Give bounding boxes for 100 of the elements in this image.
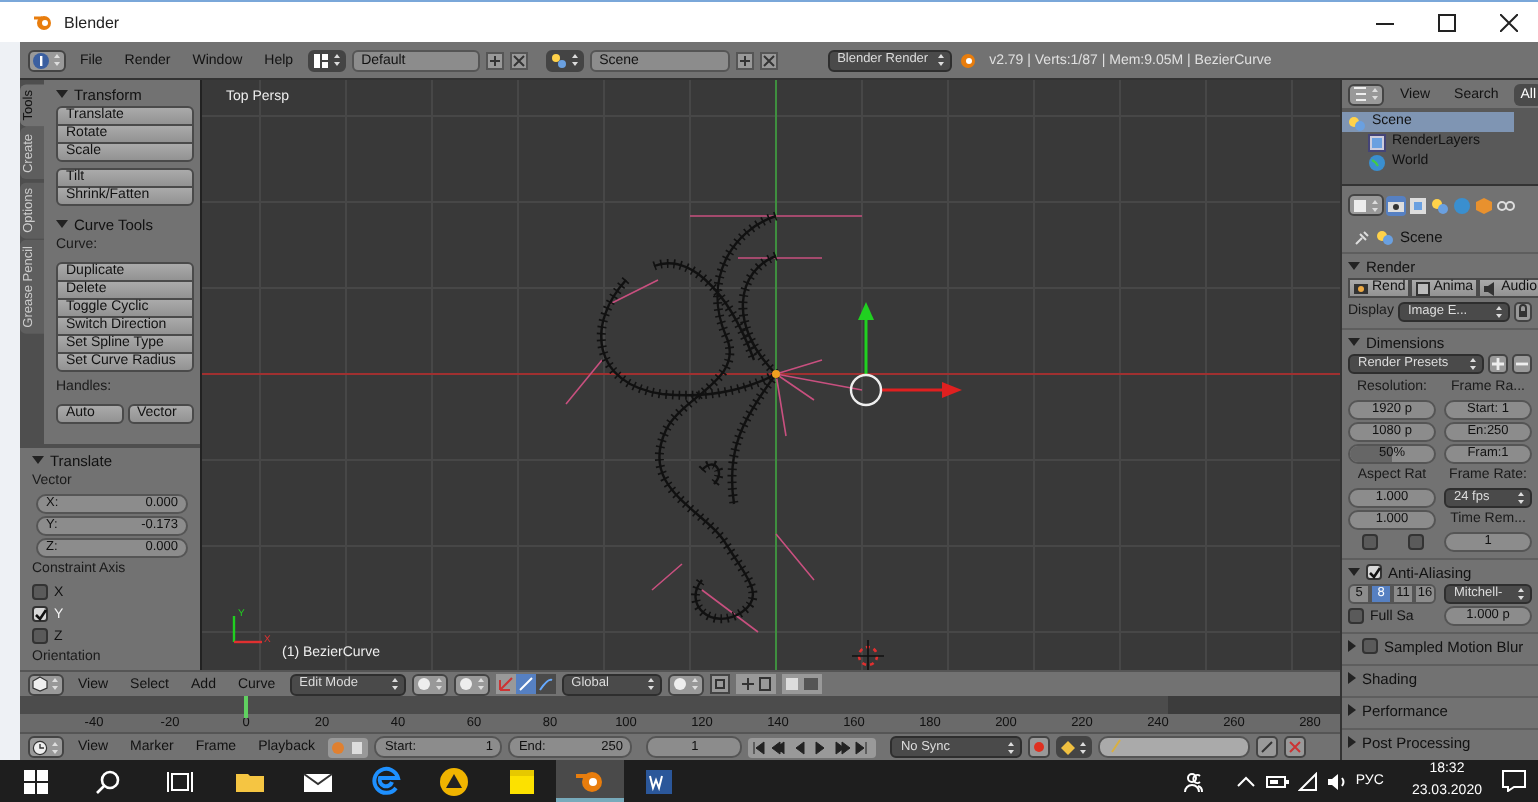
dropdown-arrows-icon [689,676,700,692]
cube-icon [32,676,48,692]
app-logo-icon [34,12,54,32]
dropdown-arrows-icon [569,52,580,68]
3d-cursor-icon[interactable] [851,639,885,670]
keying-button[interactable] [1056,736,1093,758]
dropdown-arrows-icon [1494,304,1504,320]
shading-button[interactable] [411,673,448,695]
dropdown-arrows-icon [645,676,656,692]
windows-start-icon[interactable] [24,769,48,793]
outliner-icon [1352,86,1368,102]
disclosure-triangle-icon[interactable] [56,90,68,98]
add-icon[interactable] [1488,354,1508,374]
scene-icon [549,51,568,69]
battery-icon[interactable] [1265,773,1290,789]
pivot-button[interactable] [453,673,490,695]
disclosure-triangle-icon[interactable] [1348,262,1360,270]
checkbox[interactable] [32,584,48,600]
disclosure-triangle-icon[interactable] [56,220,68,228]
close-icon[interactable] [1500,13,1518,31]
proportional-icon [671,676,688,692]
current-frame-marker[interactable] [244,696,248,718]
axis-indicator-icon [232,616,262,644]
shading-icon [415,676,432,692]
dropdown-arrows-icon [1078,739,1089,755]
manipulator-icon[interactable] [495,674,556,694]
keying-set-field[interactable] [1098,736,1251,758]
scene-button[interactable] [545,49,584,71]
dropdown-arrows-icon [50,739,60,755]
maximize-icon[interactable] [1438,13,1456,31]
checkbox[interactable] [1361,534,1377,550]
playback-controls-icon[interactable] [748,737,877,757]
dropdown-arrows-icon [1006,739,1017,755]
snap-element-icon[interactable] [735,674,776,694]
delete-keyframe-icon[interactable] [1284,736,1307,758]
key-icon [1060,739,1077,755]
window-title: Blender [64,13,122,31]
lock-icon[interactable] [1514,302,1532,322]
editor-type-button[interactable] [28,736,64,758]
scene-icon [1430,195,1450,215]
dropdown-arrows-icon [433,676,444,692]
disclosure-triangle-icon[interactable] [1348,672,1356,684]
scene-icon [1376,228,1394,246]
wifi-icon[interactable] [1297,771,1318,791]
disclosure-triangle-icon[interactable] [1348,736,1356,748]
dropdown-arrows-icon [1516,490,1526,506]
dropdown-arrows-icon [1370,197,1380,213]
app-logo-icon [957,50,978,70]
keyframe-icon [1108,738,1125,754]
scene-icon [1348,113,1366,131]
world-icon [1368,153,1386,171]
browser-icon [368,763,404,799]
world-icon [1452,195,1472,215]
dropdown-arrows-icon [935,52,946,68]
dropdown-arrows-icon [1370,86,1380,102]
bezier-curve-drawing[interactable] [565,211,863,633]
snap-icon[interactable] [709,674,730,694]
checkbox[interactable] [1366,564,1382,580]
remove-icon[interactable] [1512,354,1532,374]
checkbox[interactable] [1362,638,1378,654]
render-icon[interactable] [781,674,822,694]
add-icon[interactable] [735,51,754,69]
editor-type-button[interactable] [1348,83,1384,105]
dropdown-arrows-icon [52,52,62,68]
object-icon [1474,195,1494,215]
layout-button[interactable] [307,49,346,71]
layout-icon [311,51,330,69]
people-icon[interactable] [1183,769,1208,793]
dropdown-arrows-icon [389,676,400,692]
checkbox[interactable] [32,628,48,644]
record-icon[interactable] [1028,736,1051,758]
layers-icon [1408,195,1428,215]
still-icon [1352,279,1370,297]
dropdown-arrows-icon [1516,586,1526,602]
checkbox[interactable] [1407,534,1423,550]
search-icon[interactable] [96,769,120,793]
task-view-icon[interactable] [166,769,194,793]
editor-type-button[interactable] [1348,194,1384,216]
editor-type-button[interactable] [28,673,64,695]
animation-icon [1413,279,1432,297]
clock-icon [32,739,48,755]
properties-icon [1352,197,1368,213]
disclosure-triangle-icon[interactable] [1348,338,1360,346]
checkbox[interactable] [32,606,48,622]
pivot-icon [457,676,474,692]
add-icon[interactable] [485,51,504,69]
disclosure-triangle-icon[interactable] [1348,704,1356,716]
constraints-icon [1496,195,1516,215]
editor-type-button[interactable] [28,49,66,71]
insert-keyframe-icon[interactable] [1256,736,1279,758]
render-layers-icon [1368,133,1386,151]
transform-gizmo-drawing[interactable] [849,302,962,407]
preview-range-icon[interactable] [328,737,369,757]
proportional-button[interactable] [667,673,704,695]
volume-icon[interactable] [1325,771,1348,791]
notifications-icon[interactable] [1502,770,1526,792]
properties-tab[interactable] [1386,195,1406,215]
pin-icon[interactable] [1354,229,1370,245]
disclosure-triangle-icon[interactable] [32,456,44,464]
checkbox[interactable] [1348,608,1364,624]
